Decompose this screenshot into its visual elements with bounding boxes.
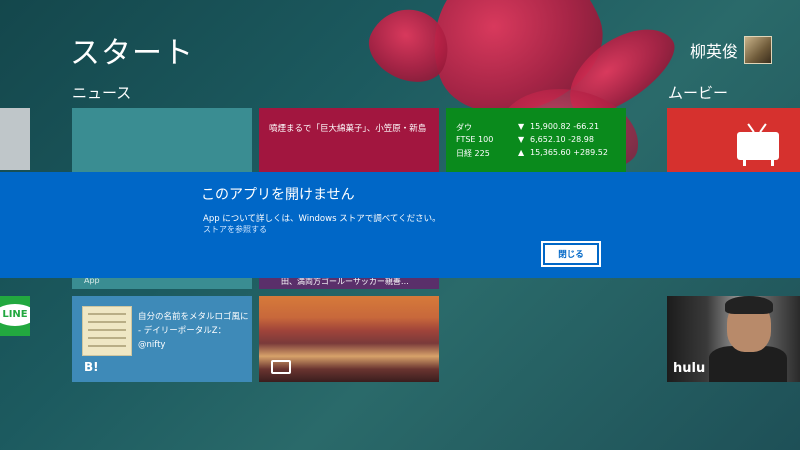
finance-index-name: 日経 225 xyxy=(456,149,490,158)
tile-partial-left[interactable] xyxy=(0,108,30,170)
finance-index-name: ダウ xyxy=(456,123,472,132)
store-link[interactable]: ストアを参照する xyxy=(203,224,267,235)
line-logo: LINE xyxy=(0,304,30,326)
hatena-bookmark-icon: B! xyxy=(84,360,99,374)
tv-icon-leg xyxy=(743,160,746,166)
tile-photos[interactable] xyxy=(259,296,439,382)
finance-up-arrow-icon: ▲ xyxy=(518,148,525,157)
finance-index-value: 15,900.82 -66.21 xyxy=(530,122,600,131)
group-title-movies: ムービー xyxy=(668,84,729,102)
bookmark-title-line: - デイリーポータルZ：@nifty xyxy=(138,326,227,350)
dialog-message: App について詳しくは、Windows ストアで調べてください。 xyxy=(203,214,441,224)
finance-row: 日経 225 ▲ 15,365.60 +289.52 xyxy=(456,148,624,159)
finance-down-arrow-icon: ▼ xyxy=(518,135,525,144)
dialog-title: このアプリを開けません xyxy=(201,187,355,203)
finance-down-arrow-icon: ▼ xyxy=(518,122,525,131)
tile-line-app[interactable]: LINE xyxy=(0,296,30,336)
finance-index-value: 6,652.10 -28.98 xyxy=(530,135,594,144)
app-error-dialog: このアプリを開けません App について詳しくは、Windows ストアで調べて… xyxy=(0,172,800,278)
finance-index-name: FTSE 100 xyxy=(456,135,494,144)
close-button[interactable]: 閉じる xyxy=(541,241,601,267)
tile-video[interactable] xyxy=(667,108,800,172)
group-title-news: ニュース xyxy=(72,84,132,102)
tile-news[interactable]: 噴煙まるで「巨大綿菓子」、小笠原・新島 xyxy=(259,108,439,172)
user-name: 柳英俊 xyxy=(689,42,738,61)
bookmark-text: 自分の名前をメタルロゴ風に - デイリーポータルZ：@nifty xyxy=(138,310,252,352)
hulu-logo: hulu xyxy=(673,361,706,376)
tile-finance[interactable]: ダウ ▼ 15,900.82 -66.21 FTSE 100 ▼ 6,652.1… xyxy=(446,108,626,172)
tv-icon xyxy=(737,132,779,160)
start-screen-title: スタート xyxy=(70,36,194,71)
user-account[interactable]: 柳英俊 xyxy=(690,36,772,64)
finance-row: ダウ ▼ 15,900.82 -66.21 xyxy=(456,122,624,133)
bookmark-title-line: 自分の名前をメタルロゴ風に xyxy=(138,312,249,322)
news-headline: 噴煙まるで「巨大綿菓子」、小笠原・新島 xyxy=(269,124,427,134)
tile-hatena-bookmark[interactable]: 自分の名前をメタルロゴ風に - デイリーポータルZ：@nifty B! xyxy=(72,296,252,382)
hulu-poster-figure xyxy=(725,296,773,314)
tile-app-teal[interactable] xyxy=(72,108,252,172)
tile-hulu[interactable]: hulu xyxy=(667,296,800,382)
finance-row: FTSE 100 ▼ 6,652.10 -28.98 xyxy=(456,135,624,144)
avatar[interactable] xyxy=(744,36,772,64)
bookmark-thumbnail xyxy=(82,306,132,356)
photos-icon xyxy=(271,360,291,374)
finance-index-value: 15,365.60 +289.52 xyxy=(530,148,608,157)
tv-icon-leg xyxy=(771,160,774,166)
